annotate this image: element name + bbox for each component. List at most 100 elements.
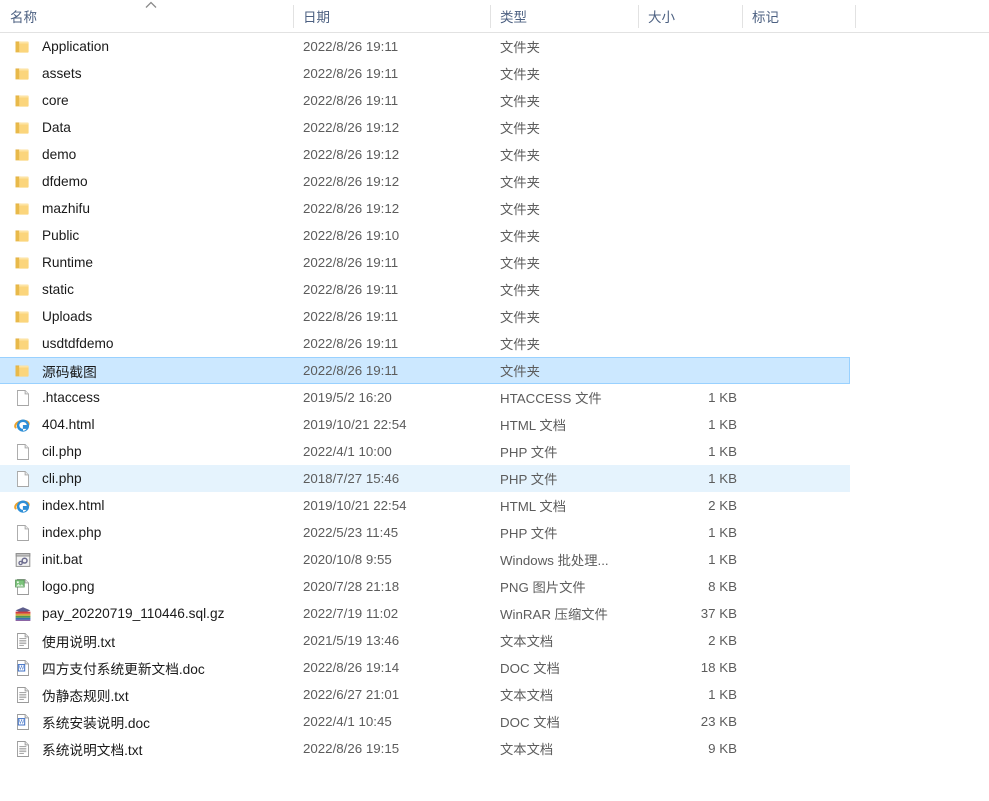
file-list-row[interactable]: dfdemo 2022/8/26 19:12 文件夹 [0,168,850,195]
cell-name[interactable]: .htaccess [0,385,300,410]
file-name-label: cil.php [42,444,82,459]
cell-name[interactable]: index.html [0,493,300,518]
column-header-size[interactable]: 大小 [638,0,742,32]
file-list-row[interactable]: 源码截图 2022/8/26 19:11 文件夹 [0,357,850,384]
folder-icon [14,173,32,191]
file-name-label: dfdemo [42,174,88,189]
cell-name[interactable]: index.php [0,520,300,545]
cell-name[interactable]: init.bat [0,547,300,572]
column-header-size-label: 大小 [648,10,675,25]
file-name-label: core [42,93,69,108]
file-list-row[interactable]: demo 2022/8/26 19:12 文件夹 [0,141,850,168]
cell-date: 2022/8/26 19:12 [303,201,400,216]
file-list-row[interactable]: 系统说明文档.txt 2022/8/26 19:15 文本文档 9 KB [0,735,850,762]
file-list-row[interactable]: W 系统安装说明.doc 2022/4/1 10:45 DOC 文档 23 KB [0,708,850,735]
cell-name[interactable]: 404.html [0,412,300,437]
file-list-row[interactable]: index.html 2019/10/21 22:54 HTML 文档 2 KB [0,492,850,519]
file-list-row[interactable]: Public 2022/8/26 19:10 文件夹 [0,222,850,249]
cell-name[interactable]: W 系统安装说明.doc [0,709,300,734]
cell-size: 1 KB [708,552,737,567]
file-list-row[interactable]: init.bat 2020/10/8 9:55 Windows 批处理... 1 KB [0,546,850,573]
cell-size: 2 KB [708,633,737,648]
cell-name[interactable]: usdtdfdemo [0,331,300,356]
file-list-row[interactable]: static 2022/8/26 19:11 文件夹 [0,276,850,303]
file-list-row[interactable]: 伪静态规则.txt 2022/6/27 21:01 文本文档 1 KB [0,681,850,708]
cell-name[interactable]: 源码截图 [0,358,300,383]
cell-name[interactable]: 伪静态规则.txt [0,682,300,707]
column-header-row: 名称 日期 类型 大小 标记 [0,0,989,33]
cell-size [600,115,737,140]
file-list-row[interactable]: cli.php 2018/7/27 15:46 PHP 文件 1 KB [0,465,850,492]
cell-type: 文本文档 [500,634,554,649]
cell-name[interactable]: 系统说明文档.txt [0,736,300,761]
cell-type: 文件夹 [500,310,540,325]
file-name-label: init.bat [42,552,83,567]
cell-date: 2022/8/26 19:11 [303,282,399,297]
cell-name[interactable]: Application [0,34,300,59]
cell-name[interactable]: Public [0,223,300,248]
cell-name[interactable]: cil.php [0,439,300,464]
folder-icon [14,227,32,245]
cell-name[interactable]: 使用说明.txt [0,628,300,653]
word-doc-icon: W [14,659,32,677]
cell-date: 2022/5/23 11:45 [303,525,399,540]
cell-name[interactable]: core [0,88,300,113]
file-list-row[interactable]: Application 2022/8/26 19:11 文件夹 [0,33,850,60]
cell-date: 2022/8/26 19:10 [303,228,400,243]
image-file-icon [14,578,32,596]
folder-icon [14,281,32,299]
cell-type: 文件夹 [500,40,540,55]
column-header-tags[interactable]: 标记 [742,0,855,32]
cell-type: 文件夹 [500,175,540,190]
cell-size [600,196,737,221]
cell-type: 文件夹 [500,364,540,379]
cell-size [600,331,737,356]
cell-name[interactable]: Data [0,115,300,140]
cell-date: 2020/10/8 9:55 [303,552,392,567]
file-list-row[interactable]: Uploads 2022/8/26 19:11 文件夹 [0,303,850,330]
cell-name[interactable]: assets [0,61,300,86]
cell-name[interactable]: pay_20220719_110446.sql.gz [0,601,300,626]
cell-type: 文件夹 [500,148,540,163]
file-list-row[interactable]: W 四方支付系统更新文档.doc 2022/8/26 19:14 DOC 文档 18 K… [0,654,850,681]
cell-name[interactable]: mazhifu [0,196,300,221]
file-list-row[interactable]: mazhifu 2022/8/26 19:12 文件夹 [0,195,850,222]
file-list-row[interactable]: .htaccess 2019/5/2 16:20 HTACCESS 文件 1 KB [0,384,850,411]
file-list-row[interactable]: usdtdfdemo 2022/8/26 19:11 文件夹 [0,330,850,357]
file-explorer-list-view: 名称 日期 类型 大小 标记 Application 2022/8/26 19:1… [0,0,989,801]
file-list-row[interactable]: Data 2022/8/26 19:12 文件夹 [0,114,850,141]
file-list-row[interactable]: Runtime 2022/8/26 19:11 文件夹 [0,249,850,276]
file-list-row[interactable]: 使用说明.txt 2021/5/19 13:46 文本文档 2 KB [0,627,850,654]
cell-name[interactable]: static [0,277,300,302]
file-name-label: demo [42,147,77,162]
cell-name[interactable]: Runtime [0,250,300,275]
column-header-date[interactable]: 日期 [293,0,488,32]
folder-icon [14,119,32,137]
cell-tags [742,574,850,599]
cell-tags [742,34,850,59]
cell-tags [742,196,850,221]
file-list-row[interactable]: pay_20220719_110446.sql.gz 2022/7/19 11:0… [0,600,850,627]
file-list-row[interactable]: 404.html 2019/10/21 22:54 HTML 文档 1 KB [0,411,850,438]
cell-name[interactable]: logo.png [0,574,300,599]
cell-name[interactable]: dfdemo [0,169,300,194]
cell-type: HTML 文档 [500,418,566,433]
file-list-row[interactable]: logo.png 2020/7/28 21:18 PNG 图片文件 8 KB [0,573,850,600]
cell-size [600,277,737,302]
cell-name[interactable]: demo [0,142,300,167]
file-list-row[interactable]: cil.php 2022/4/1 10:00 PHP 文件 1 KB [0,438,850,465]
folder-icon [14,308,32,326]
file-name-label: pay_20220719_110446.sql.gz [42,606,225,621]
column-header-tags-label: 标记 [752,10,779,25]
cell-name[interactable]: Uploads [0,304,300,329]
file-list-row[interactable]: assets 2022/8/26 19:11 文件夹 [0,60,850,87]
cell-name[interactable]: cli.php [0,466,300,491]
cell-name[interactable]: W 四方支付系统更新文档.doc [0,655,300,680]
cell-size [600,88,737,113]
file-list-row[interactable]: core 2022/8/26 19:11 文件夹 [0,87,850,114]
file-list-row[interactable]: index.php 2022/5/23 11:45 PHP 文件 1 KB [0,519,850,546]
file-name-label: 伪静态规则.txt [42,688,129,704]
cell-date: 2022/8/26 19:12 [303,174,400,189]
column-header-type[interactable]: 类型 [490,0,638,32]
cell-tags [742,736,850,761]
